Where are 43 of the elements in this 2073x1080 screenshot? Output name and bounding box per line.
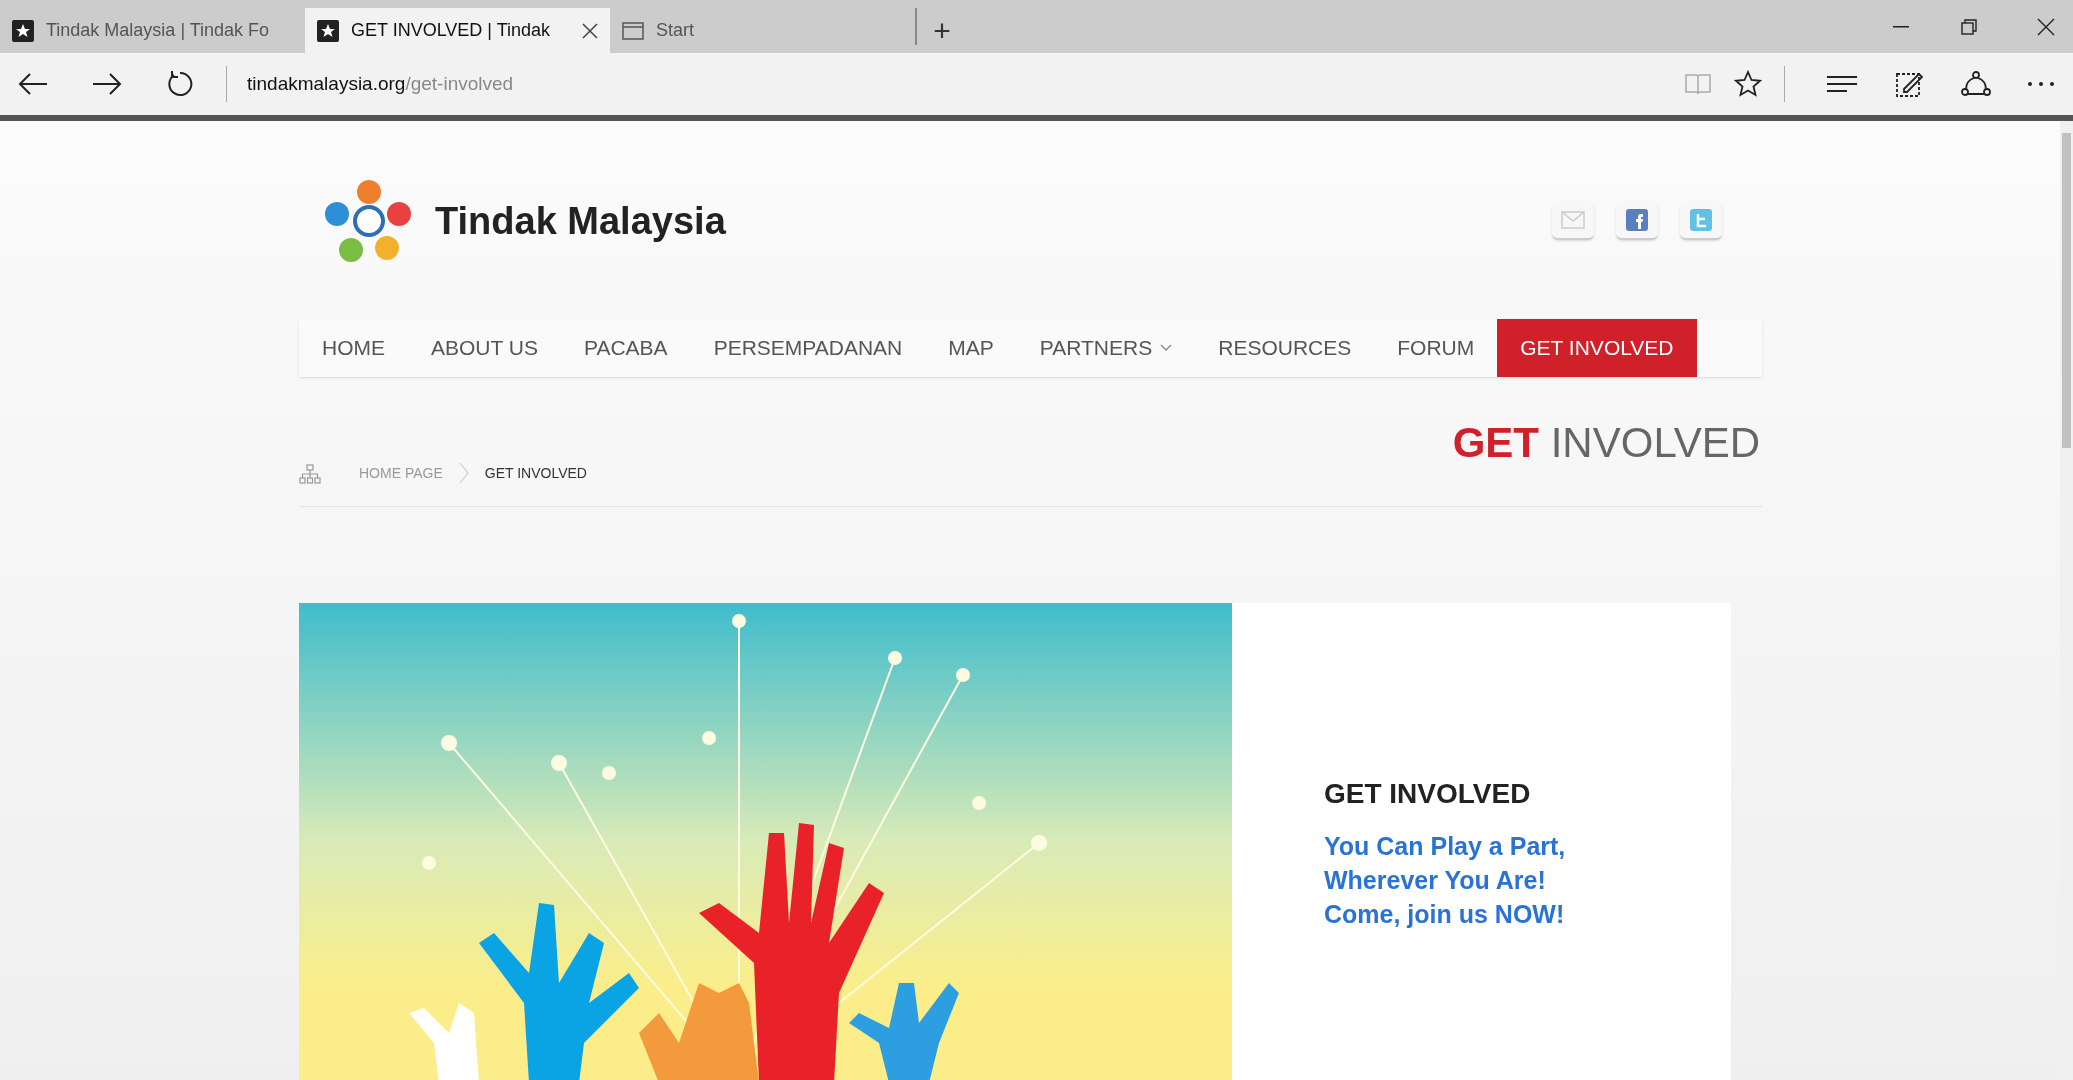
nav-link[interactable]: ABOUT US (408, 319, 561, 377)
hero-heading: GET INVOLVED (1324, 777, 1532, 811)
tab-title: Tindak Malaysia | Tindak Fo (46, 19, 271, 42)
nav-link[interactable]: MAP (925, 319, 1017, 377)
nav-link[interactable]: FORUM (1374, 319, 1498, 377)
menu-lines-icon[interactable] (1827, 74, 1857, 94)
chevron-icon (458, 462, 469, 484)
close-tab-icon[interactable] (582, 22, 598, 39)
facebook-button[interactable] (1616, 202, 1658, 240)
refresh-icon[interactable] (166, 70, 194, 98)
back-icon[interactable] (18, 72, 48, 96)
note-pen-icon[interactable] (1895, 70, 1923, 98)
restore-icon[interactable] (1961, 18, 1977, 35)
share-icon[interactable] (1961, 70, 1991, 98)
tab-title: Start (656, 19, 695, 42)
envelope-icon (1561, 211, 1585, 229)
facebook-icon (1626, 209, 1648, 231)
nav-link[interactable]: HOME (299, 319, 408, 377)
breadcrumb-current: GET INVOLVED (484, 464, 587, 483)
forward-icon[interactable] (92, 72, 122, 96)
tab-title: GET INVOLVED | Tindak (351, 19, 552, 42)
browser-tab[interactable]: GET INVOLVED | Tindak (305, 8, 610, 53)
star-favicon-icon (12, 19, 34, 42)
page-icon (622, 21, 644, 40)
nav-link[interactable]: GET INVOLVED (1497, 319, 1697, 377)
close-icon[interactable] (2037, 17, 2055, 36)
nav-link[interactable]: PACABA (560, 319, 691, 377)
caret-icon (1160, 344, 1173, 352)
more-icon[interactable] (2027, 81, 2055, 87)
nav-link[interactable]: RESOURCES (1195, 319, 1375, 377)
site-name[interactable]: Tindak Malaysia (435, 192, 726, 250)
scrollbar-thumb[interactable] (2062, 133, 2071, 448)
address-field[interactable]: tindakmalaysia.org/get-involved (247, 69, 1684, 99)
minimize-icon[interactable] (1893, 25, 1909, 28)
page-title: GET INVOLVED (1452, 422, 1760, 464)
star-icon[interactable] (1734, 70, 1762, 98)
hero-tagline: You Can Play a Part, Wherever You Are! Come, join us NOW! (1324, 831, 1567, 930)
new-tab-button[interactable]: + (917, 0, 967, 53)
twitter-icon (1690, 209, 1712, 231)
star-favicon-icon (317, 19, 339, 42)
nav-link[interactable]: PARTNERS (1016, 319, 1196, 377)
sitemap-icon (299, 464, 321, 484)
nav-link[interactable]: PERSEMPADANAN (690, 319, 926, 377)
